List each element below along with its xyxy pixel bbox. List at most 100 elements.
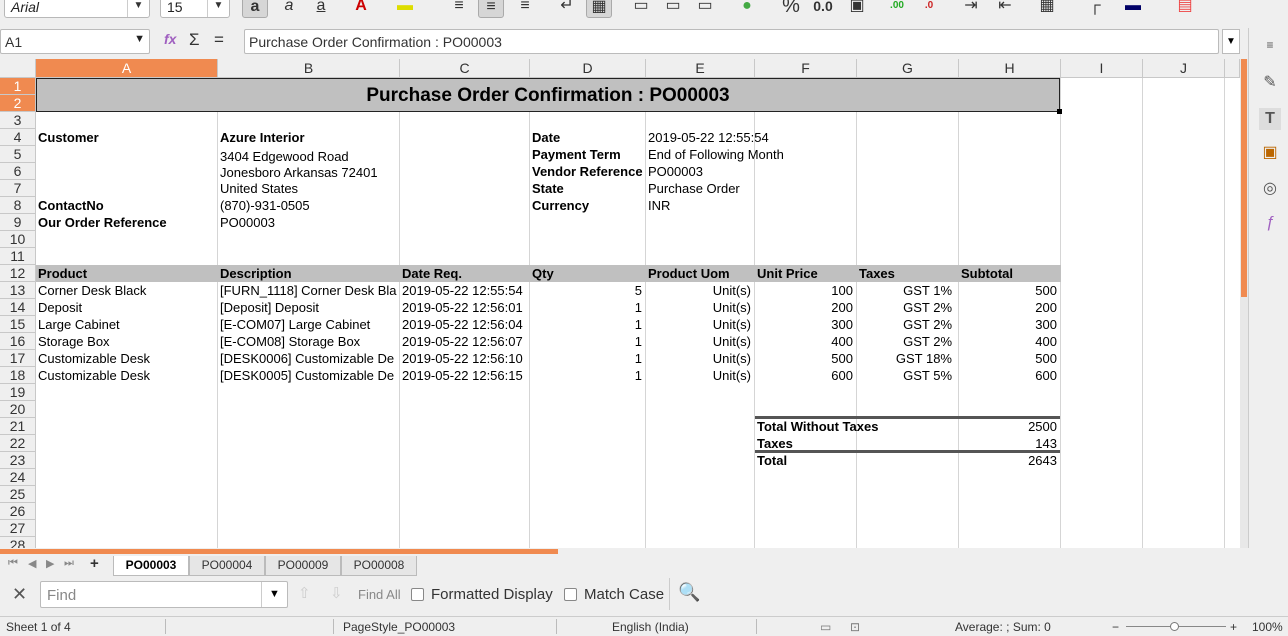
zoom-out-button[interactable]: − <box>1112 620 1119 634</box>
table-cell[interactable]: 2019-05-22 12:56:01 <box>400 299 528 316</box>
table-cell[interactable]: [DESK0006] Customizable De <box>218 350 398 367</box>
sidebar-menu-icon[interactable]: ≡ <box>1259 34 1281 56</box>
column-header[interactable]: J <box>1143 59 1225 78</box>
column-header[interactable]: G <box>857 59 959 78</box>
find-replace-icon[interactable]: 🔍 <box>678 582 700 603</box>
row-header[interactable]: 6 <box>0 163 36 180</box>
row-header[interactable]: 1 <box>0 78 36 95</box>
row-header[interactable]: 11 <box>0 248 36 265</box>
table-cell[interactable]: Unit(s) <box>646 333 753 350</box>
currency-icon[interactable]: ● <box>734 0 760 18</box>
table-cell[interactable]: 1 <box>530 316 644 333</box>
row-header[interactable]: 13 <box>0 282 36 299</box>
row-header[interactable]: 26 <box>0 503 36 520</box>
row-header[interactable]: 16 <box>0 333 36 350</box>
row-header[interactable]: 21 <box>0 418 36 435</box>
column-header[interactable]: B <box>218 59 400 78</box>
font-color-icon[interactable]: A <box>348 0 374 18</box>
close-icon[interactable]: ✕ <box>12 584 27 605</box>
next-sheet-icon[interactable]: ▶ <box>46 557 54 570</box>
table-cell[interactable]: Customizable Desk <box>36 367 216 384</box>
equals-icon[interactable]: = <box>214 30 224 50</box>
conditional-format-icon[interactable]: ▤ <box>1172 0 1198 18</box>
align-right-icon[interactable]: ≡ <box>512 0 538 18</box>
zoom-slider-thumb[interactable] <box>1170 622 1179 631</box>
font-name-combo[interactable]: Arial ▼ <box>4 0 150 18</box>
table-cell[interactable]: Customizable Desk <box>36 350 216 367</box>
sheet-tab[interactable]: PO00003 <box>113 556 189 576</box>
date-format-icon[interactable]: ▣ <box>844 0 870 18</box>
table-cell[interactable]: Storage Box <box>36 333 216 350</box>
align-center-icon[interactable]: ≡ <box>478 0 504 18</box>
row-header[interactable]: 7 <box>0 180 36 197</box>
table-cell[interactable]: 500 <box>959 350 1059 367</box>
column-header[interactable]: D <box>530 59 646 78</box>
last-sheet-icon[interactable]: ⏭ <box>64 557 74 570</box>
spreadsheet-grid[interactable]: A B C D E F G H I J 1 2 3 4 5 6 7 8 9 10… <box>0 59 1240 548</box>
row-header[interactable]: 15 <box>0 316 36 333</box>
align-left-icon[interactable]: ≡ <box>446 0 472 18</box>
table-cell[interactable]: Unit(s) <box>646 367 753 384</box>
gallery-icon[interactable]: ▣ <box>1259 142 1281 164</box>
column-header[interactable]: E <box>646 59 755 78</box>
table-cell[interactable]: 2019-05-22 12:56:07 <box>400 333 528 350</box>
find-all-button[interactable]: Find All <box>358 587 401 602</box>
highlight-icon[interactable]: ▬ <box>392 0 418 18</box>
decrease-indent-icon[interactable]: ⇤ <box>992 0 1018 18</box>
name-box[interactable]: A1 ▼ <box>0 29 150 54</box>
table-cell[interactable]: 100 <box>755 282 855 299</box>
delete-decimal-icon[interactable]: .0 <box>916 0 942 18</box>
border-color-icon[interactable]: ▬ <box>1120 0 1146 18</box>
border-line-icon[interactable]: ┌ <box>1082 0 1108 18</box>
underline-icon[interactable]: a <box>308 0 334 18</box>
scroll-thumb[interactable] <box>0 549 558 554</box>
table-cell[interactable]: 1 <box>530 299 644 316</box>
table-cell[interactable]: 2019-05-22 12:56:04 <box>400 316 528 333</box>
chevron-down-icon[interactable]: ▼ <box>207 0 229 17</box>
row-header[interactable]: 9 <box>0 214 36 231</box>
expand-formula-icon[interactable]: ▼ <box>1222 29 1240 54</box>
table-cell[interactable]: 5 <box>530 282 644 299</box>
italic-icon[interactable]: a <box>276 0 302 18</box>
border-style-icon[interactable]: ▦ <box>1034 0 1060 18</box>
zoom-in-button[interactable]: + <box>1230 620 1237 634</box>
row-header[interactable]: 2 <box>0 95 36 112</box>
title-cell[interactable]: Purchase Order Confirmation : PO00003 <box>36 78 1060 112</box>
table-cell[interactable]: [Deposit] Deposit <box>218 299 398 316</box>
chevron-down-icon[interactable]: ▼ <box>127 0 149 17</box>
table-cell[interactable]: 2019-05-22 12:56:10 <box>400 350 528 367</box>
function-wizard-icon[interactable]: fx <box>164 31 176 47</box>
table-cell[interactable]: Large Cabinet <box>36 316 216 333</box>
table-cell[interactable]: 1 <box>530 350 644 367</box>
table-cell[interactable]: 1 <box>530 367 644 384</box>
table-cell[interactable]: GST 2% <box>857 333 954 350</box>
table-cell[interactable]: Corner Desk Black <box>36 282 216 299</box>
table-cell[interactable]: 1 <box>530 333 644 350</box>
fill-handle[interactable] <box>1057 109 1062 114</box>
table-cell[interactable]: 400 <box>755 333 855 350</box>
page-style[interactable]: PageStyle_PO00003 <box>343 620 455 634</box>
chevron-down-icon[interactable]: ▼ <box>134 33 145 45</box>
row-header[interactable]: 23 <box>0 452 36 469</box>
selection-mode-icon[interactable]: ▭ <box>820 620 831 634</box>
table-cell[interactable]: Unit(s) <box>646 350 753 367</box>
align-top-icon[interactable]: ▭ <box>628 0 654 18</box>
sheet-tab[interactable]: PO00004 <box>189 556 265 576</box>
column-header[interactable]: H <box>959 59 1061 78</box>
number-format-icon[interactable]: 0.0 <box>810 0 836 18</box>
formula-input[interactable]: Purchase Order Confirmation : PO00003 <box>244 29 1219 54</box>
match-case-checkbox[interactable] <box>564 588 577 601</box>
add-decimal-icon[interactable]: .00 <box>884 0 910 18</box>
column-header[interactable]: A <box>36 59 218 78</box>
table-cell[interactable]: 2019-05-22 12:56:15 <box>400 367 528 384</box>
prev-sheet-icon[interactable]: ◀ <box>28 557 36 570</box>
first-sheet-icon[interactable]: ⏮ <box>8 557 18 570</box>
table-cell[interactable]: [E-COM08] Storage Box <box>218 333 398 350</box>
table-cell[interactable]: GST 2% <box>857 316 954 333</box>
table-cell[interactable]: [FURN_1118] Corner Desk Bla <box>218 282 398 299</box>
row-header[interactable]: 8 <box>0 197 36 214</box>
row-header[interactable]: 10 <box>0 231 36 248</box>
row-header[interactable]: 20 <box>0 401 36 418</box>
scroll-thumb[interactable] <box>1241 59 1247 297</box>
increase-indent-icon[interactable]: ⇥ <box>958 0 984 18</box>
